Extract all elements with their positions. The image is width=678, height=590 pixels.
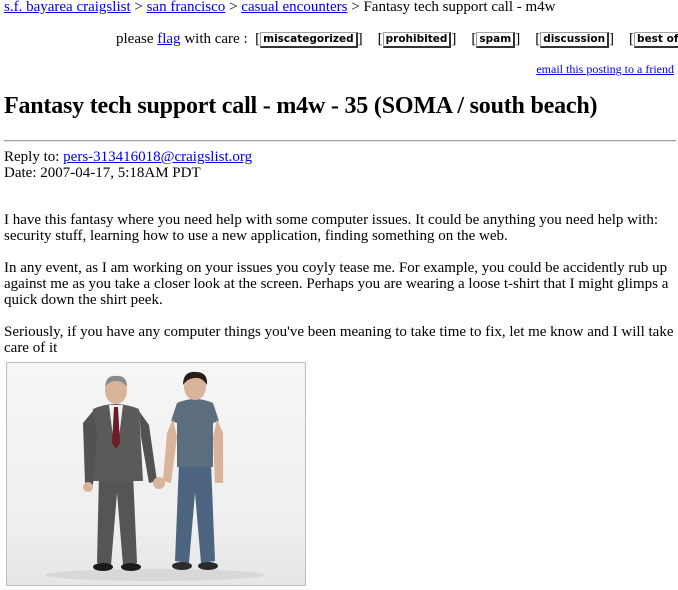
flag-discussion-button[interactable]: discussion	[540, 32, 610, 48]
date-line: Date: 2007-04-17, 5:18AM PDT	[4, 165, 252, 181]
breadcrumb-current: Fantasy tech support call - m4w	[363, 0, 556, 15]
breadcrumb-separator: >	[229, 0, 238, 15]
breadcrumb-separator: >	[134, 0, 143, 15]
body-paragraph: I have this fantasy where you need help …	[4, 212, 659, 244]
breadcrumb: s.f. bayarea craigslist > san francisco …	[4, 0, 556, 16]
flag-link[interactable]: flag	[157, 31, 180, 47]
breadcrumb-link-casual-encounters[interactable]: casual encounters	[241, 0, 347, 15]
man-in-tshirt	[163, 371, 223, 570]
held-hands	[153, 477, 165, 489]
date-value: 2007-04-17, 5:18AM PDT	[40, 165, 201, 181]
flag-prohibited-button[interactable]: prohibited	[382, 32, 452, 48]
flag-bar: please flag with care : [miscategorized]…	[116, 30, 678, 48]
posting-image	[6, 362, 306, 586]
flag-prefix-text: please	[116, 31, 154, 47]
email-to-friend-link[interactable]: email this posting to a friend	[536, 62, 674, 76]
two-men-holding-hands-illustration	[45, 371, 265, 581]
posting-body: I have this fantasy where you need help …	[4, 212, 676, 372]
body-paragraph: Seriously, if you have any computer thin…	[4, 324, 674, 356]
horizontal-divider	[4, 140, 676, 142]
reply-to-label: Reply to:	[4, 149, 60, 165]
flag-miscategorized-button[interactable]: miscategorized	[260, 32, 358, 48]
man-in-suit	[83, 375, 157, 571]
breadcrumb-separator: >	[351, 0, 360, 15]
breadcrumb-link-sfbay[interactable]: s.f. bayarea craigslist	[4, 0, 131, 15]
reply-email-link[interactable]: pers-313416018@craigslist.org	[63, 149, 252, 165]
flag-suffix-text: with care :	[184, 31, 248, 47]
posting-meta: Reply to: pers-313416018@craigslist.org …	[4, 149, 252, 181]
posting-title: Fantasy tech support call - m4w - 35 (SO…	[4, 93, 598, 119]
date-label: Date:	[4, 165, 37, 181]
reply-to-line: Reply to: pers-313416018@craigslist.org	[4, 149, 252, 165]
body-paragraph: In any event, as I am working on your is…	[4, 260, 669, 308]
breadcrumb-link-san-francisco[interactable]: san francisco	[147, 0, 226, 15]
flag-spam-button[interactable]: spam	[476, 32, 516, 48]
flag-best-of-button[interactable]: best of	[634, 32, 678, 48]
